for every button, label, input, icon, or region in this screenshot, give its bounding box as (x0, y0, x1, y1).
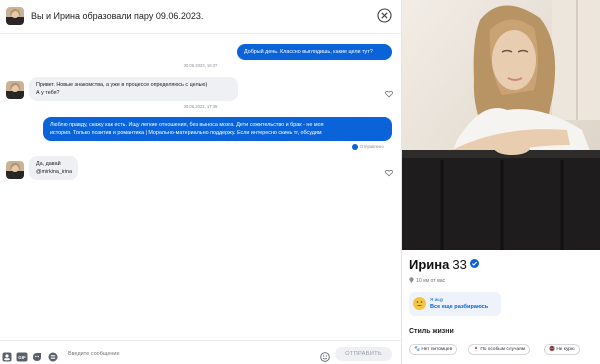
message-composer: GIF ОТПРАВИТЬ (0, 340, 401, 364)
match-avatar[interactable] (6, 7, 24, 25)
profile-name: Ирина 33 (409, 257, 479, 272)
message-text: Привет. Новые знакомства, а уже в процес… (36, 82, 208, 88)
close-icon[interactable] (377, 8, 392, 23)
sender-avatar[interactable] (6, 161, 24, 179)
menu-icon[interactable] (48, 349, 58, 362)
profile-distance-text: 10 км от вас (416, 278, 446, 284)
profile-photo[interactable] (402, 0, 600, 250)
profile-distance: 10 км от вас (409, 277, 445, 284)
lifestyle-title: Стиль жизни (409, 328, 454, 335)
message-timestamp: 30.06.2023, 16:37 (183, 63, 218, 68)
no-smoking-icon: 🚭 (549, 347, 555, 352)
thinking-face-icon (413, 297, 426, 310)
lifestyle-chip: 🐾 Нет питомцев (409, 344, 458, 355)
message-incoming: Привет. Новые знакомства, а уже в процес… (29, 77, 238, 101)
verified-icon (469, 259, 479, 268)
lifestyle-chip-label: Не курю (556, 347, 575, 352)
profile-age: 33 (452, 257, 467, 272)
chat-title: Вы и Ирина образовали пару 09.06.2023. (31, 11, 204, 21)
location-pin-icon (409, 277, 414, 283)
message-text: Добрый день. Классно выглядишь, какие це… (244, 49, 373, 55)
gallery-icon[interactable] (2, 349, 12, 362)
delivery-status-text: Отправлено (360, 144, 384, 150)
sender-avatar[interactable] (6, 81, 24, 99)
message-text: А у тебя? (36, 90, 60, 96)
paw-icon: 🐾 (414, 347, 420, 352)
sticker-icon[interactable] (32, 349, 42, 361)
seeking-card: Я ищу Все еще разбираюсь (409, 292, 501, 316)
message-input[interactable] (68, 347, 318, 361)
profile-pane: Ирина 33 10 км от вас Я ищу Все еще разби… (401, 0, 600, 364)
check-icon (352, 144, 358, 150)
lifestyle-chip-label: По особым случаям (480, 347, 526, 352)
message-text: история. Только позитив и романтика | Мо… (50, 130, 322, 136)
profile-name-text: Ирина (409, 257, 450, 272)
lifestyle-chip-label: Нет питомцев (421, 347, 453, 352)
message-username[interactable]: @mirkina_irina (36, 168, 72, 176)
like-heart-icon[interactable] (385, 85, 393, 98)
gif-label: GIF (18, 355, 26, 360)
like-heart-icon[interactable] (385, 164, 393, 177)
lifestyle-chip: 🚭 Не курю (544, 344, 580, 355)
message-incoming: Да, давай @mirkina_irina (29, 156, 78, 180)
message-list[interactable]: Добрый день. Классно выглядишь, какие це… (0, 34, 401, 340)
message-timestamp: 30.06.2023, 17:39 (183, 104, 218, 109)
lifestyle-chip: 🍷 По особым случаям (468, 344, 531, 355)
seeking-label: Я ищу (430, 297, 444, 302)
message-outgoing: Люблю правду, скажу как есть. Ищу легкие… (43, 117, 392, 141)
message-outgoing: Добрый день. Классно выглядишь, какие це… (237, 44, 392, 60)
glass-icon: 🍷 (473, 347, 479, 352)
gif-icon[interactable]: GIF (16, 349, 28, 362)
chat-pane: Вы и Ирина образовали пару 09.06.2023. Д… (0, 0, 401, 364)
message-text: Да, давай (36, 161, 61, 167)
emoji-icon[interactable] (320, 349, 330, 362)
send-button[interactable]: ОТПРАВИТЬ (335, 347, 392, 361)
message-text: Люблю правду, скажу как есть. Ищу легкие… (50, 122, 324, 128)
chat-header: Вы и Ирина образовали пару 09.06.2023. (0, 0, 401, 34)
seeking-value: Все еще разбираюсь (430, 304, 489, 310)
delivery-status: Отправлено (352, 144, 384, 150)
